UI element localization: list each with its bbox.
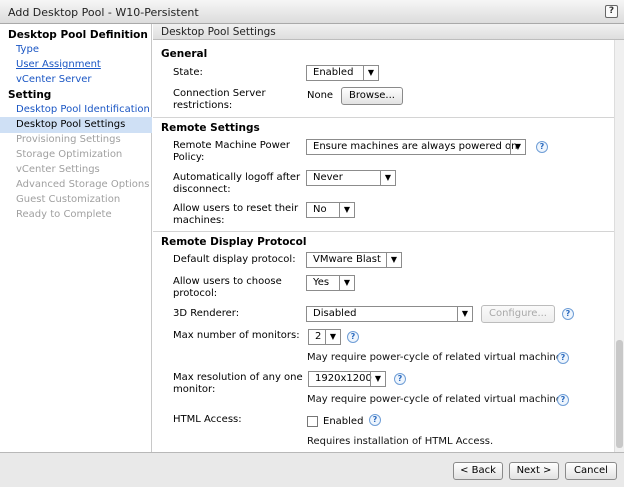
wizard-steps-sidebar: Desktop Pool Definition Type User Assign… xyxy=(0,24,152,452)
max-resolution-label-line1: Max resolution of any one xyxy=(173,372,303,383)
sidebar-heading-setting: Setting xyxy=(8,89,52,101)
help-icon[interactable]: ? xyxy=(557,352,569,364)
choose-protocol-label-line1: Allow users to choose xyxy=(173,276,282,287)
choose-protocol-value: Yes xyxy=(313,277,330,288)
auto-logoff-dropdown[interactable]: Never ▼ xyxy=(306,170,396,186)
sidebar-item-vcenter-settings: vCenter Settings xyxy=(16,164,100,175)
sidebar-item-provisioning-settings: Provisioning Settings xyxy=(16,134,121,145)
cancel-button[interactable]: Cancel xyxy=(565,462,617,480)
chevron-down-icon: ▼ xyxy=(457,307,472,321)
sidebar-item-storage-optimization: Storage Optimization xyxy=(16,149,123,160)
max-monitors-value: 2 xyxy=(315,331,322,342)
section-divider xyxy=(153,117,614,118)
monitors-note: May require power-cycle of related virtu… xyxy=(307,352,568,363)
power-policy-dropdown[interactable]: Ensure machines are always powered on ▼ xyxy=(306,139,526,155)
help-icon[interactable]: ? xyxy=(605,5,618,18)
max-resolution-label-line2: monitor: xyxy=(173,384,216,395)
help-icon[interactable]: ? xyxy=(536,141,548,153)
help-icon[interactable]: ? xyxy=(369,414,381,426)
connection-server-label-line1: Connection Server xyxy=(173,88,266,99)
power-policy-label-line2: Policy: xyxy=(173,152,205,163)
resolution-note: May require power-cycle of related virtu… xyxy=(307,394,568,405)
configure-button[interactable]: Configure... xyxy=(481,305,555,323)
help-icon[interactable]: ? xyxy=(394,373,406,385)
choose-protocol-dropdown[interactable]: Yes ▼ xyxy=(306,275,355,291)
reset-machines-value: No xyxy=(313,204,327,215)
reset-machines-dropdown[interactable]: No ▼ xyxy=(306,202,355,218)
sidebar-item-ready-to-complete: Ready to Complete xyxy=(16,209,112,220)
html-access-checkbox-label: Enabled xyxy=(323,416,364,427)
sidebar-item-pool-identification[interactable]: Desktop Pool Identification xyxy=(16,104,150,115)
chevron-down-icon: ▼ xyxy=(510,140,525,154)
chevron-down-icon: ▼ xyxy=(325,330,340,344)
chevron-down-icon: ▼ xyxy=(380,171,395,185)
max-monitors-dropdown[interactable]: 2 ▼ xyxy=(308,329,341,345)
renderer-dropdown[interactable]: Disabled ▼ xyxy=(306,306,473,322)
html-access-note: Requires installation of HTML Access. xyxy=(307,436,494,447)
html-access-label: HTML Access: xyxy=(173,414,242,425)
connection-server-label-line2: restrictions: xyxy=(173,100,233,111)
next-button[interactable]: Next > xyxy=(509,462,559,480)
help-icon[interactable]: ? xyxy=(557,394,569,406)
sidebar-heading-definition: Desktop Pool Definition xyxy=(8,29,148,41)
section-title-general: General xyxy=(161,48,208,60)
back-button[interactable]: < Back xyxy=(453,462,503,480)
chevron-down-icon: ▼ xyxy=(370,372,385,386)
settings-form: General State: Enabled ▼ Connection Serv… xyxy=(153,40,614,452)
max-resolution-value: 1920x1200 xyxy=(315,373,372,384)
chevron-down-icon: ▼ xyxy=(386,253,401,267)
html-access-checkbox[interactable] xyxy=(307,416,318,427)
renderer-label: 3D Renderer: xyxy=(173,308,240,319)
chevron-down-icon: ▼ xyxy=(339,276,354,290)
help-icon[interactable]: ? xyxy=(347,331,359,343)
chevron-down-icon: ▼ xyxy=(339,203,354,217)
reset-machines-label-line2: machines: xyxy=(173,215,225,226)
scrollbar-thumb[interactable] xyxy=(616,340,623,448)
section-title-display-protocol: Remote Display Protocol xyxy=(161,236,307,248)
state-value: Enabled xyxy=(313,67,354,78)
sidebar-item-pool-settings[interactable]: Desktop Pool Settings xyxy=(16,119,125,130)
connection-server-value: None xyxy=(307,90,334,101)
window-title-bar: Add Desktop Pool - W10-Persistent ? xyxy=(0,0,624,24)
help-icon[interactable]: ? xyxy=(562,308,574,320)
window-title: Add Desktop Pool - W10-Persistent xyxy=(8,6,199,19)
power-policy-label-line1: Remote Machine Power xyxy=(173,140,291,151)
auto-logoff-label-line1: Automatically logoff after xyxy=(173,172,301,183)
default-protocol-value: VMware Blast xyxy=(313,254,381,265)
sidebar-item-vcenter-server[interactable]: vCenter Server xyxy=(16,74,92,85)
chevron-down-icon: ▼ xyxy=(363,66,378,80)
sidebar-item-type[interactable]: Type xyxy=(16,44,39,55)
default-protocol-label: Default display protocol: xyxy=(173,254,296,265)
max-resolution-dropdown[interactable]: 1920x1200 ▼ xyxy=(308,371,386,387)
content-scrollbar[interactable] xyxy=(614,40,624,452)
sidebar-item-advanced-storage: Advanced Storage Options xyxy=(16,179,150,190)
state-dropdown[interactable]: Enabled ▼ xyxy=(306,65,379,81)
browse-button[interactable]: Browse... xyxy=(341,87,403,105)
max-monitors-label: Max number of monitors: xyxy=(173,330,300,341)
auto-logoff-value: Never xyxy=(313,172,343,183)
sidebar-item-user-assignment[interactable]: User Assignment xyxy=(16,59,101,70)
renderer-value: Disabled xyxy=(313,308,357,319)
page-title: Desktop Pool Settings xyxy=(161,26,276,38)
sidebar-item-guest-customization: Guest Customization xyxy=(16,194,121,205)
power-policy-value: Ensure machines are always powered on xyxy=(313,141,518,152)
reset-machines-label-line1: Allow users to reset their xyxy=(173,203,299,214)
section-divider xyxy=(153,231,614,232)
choose-protocol-label-line2: protocol: xyxy=(173,288,218,299)
section-title-remote-settings: Remote Settings xyxy=(161,122,260,134)
wizard-footer: < Back Next > Cancel xyxy=(0,452,624,487)
auto-logoff-label-line2: disconnect: xyxy=(173,184,231,195)
content-header: Desktop Pool Settings xyxy=(153,24,624,40)
default-protocol-dropdown[interactable]: VMware Blast ▼ xyxy=(306,252,402,268)
state-label: State: xyxy=(173,67,203,78)
